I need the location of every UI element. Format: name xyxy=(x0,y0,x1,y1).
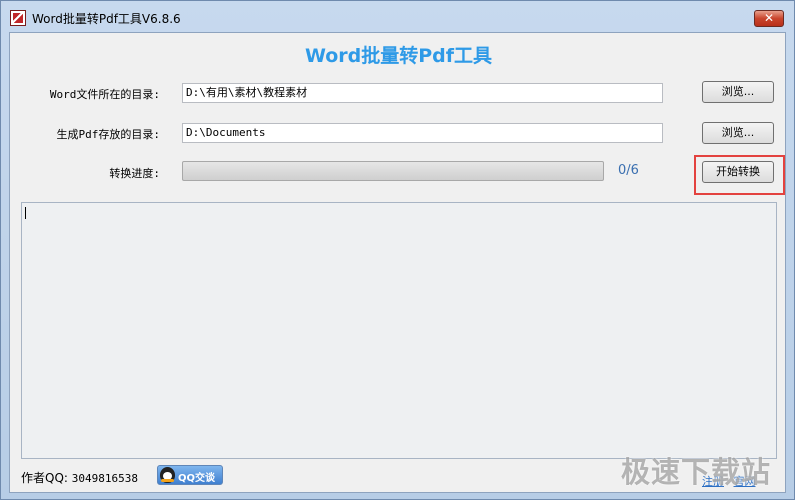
close-button[interactable]: ✕ xyxy=(754,10,784,27)
window-title: Word批量转Pdf工具V6.8.6 xyxy=(32,12,181,26)
qq-penguin-icon xyxy=(160,467,175,483)
qq-chat-button[interactable]: QQ交谈 xyxy=(157,465,223,485)
source-dir-input[interactable]: D:\有用\素材\教程素材 xyxy=(182,83,663,103)
qq-chat-label: QQ交谈 xyxy=(178,473,216,484)
log-textarea[interactable] xyxy=(21,202,777,459)
pdf-app-icon xyxy=(10,10,26,26)
progress-count: 0/6 xyxy=(618,163,639,178)
source-dir-label: Word文件所在的目录: xyxy=(49,88,160,101)
output-browse-button[interactable]: 浏览... xyxy=(702,122,774,144)
watermark-text: 极速下载站 xyxy=(621,455,772,489)
progress-bar xyxy=(182,161,604,181)
author-label: 作者QQ: xyxy=(21,471,68,485)
output-dir-label: 生成Pdf存放的目录: xyxy=(56,128,161,141)
author-info: 作者QQ: 3049816538 xyxy=(21,469,138,486)
title-bar[interactable]: Word批量转Pdf工具V6.8.6 ✕ xyxy=(1,1,794,35)
source-browse-button[interactable]: 浏览... xyxy=(702,81,774,103)
main-panel: Word批量转Pdf工具 Word文件所在的目录: D:\有用\素材\教程素材 … xyxy=(9,32,786,493)
app-window: Word批量转Pdf工具V6.8.6 ✕ Word批量转Pdf工具 Word文件… xyxy=(0,0,795,500)
text-caret xyxy=(25,207,26,219)
progress-label: 转换进度: xyxy=(109,167,160,180)
app-heading: Word批量转Pdf工具 xyxy=(304,45,493,67)
output-dir-input[interactable]: D:\Documents xyxy=(182,123,663,143)
author-qq-number: 3049816538 xyxy=(71,472,138,485)
start-convert-button[interactable]: 开始转换 xyxy=(702,161,774,183)
